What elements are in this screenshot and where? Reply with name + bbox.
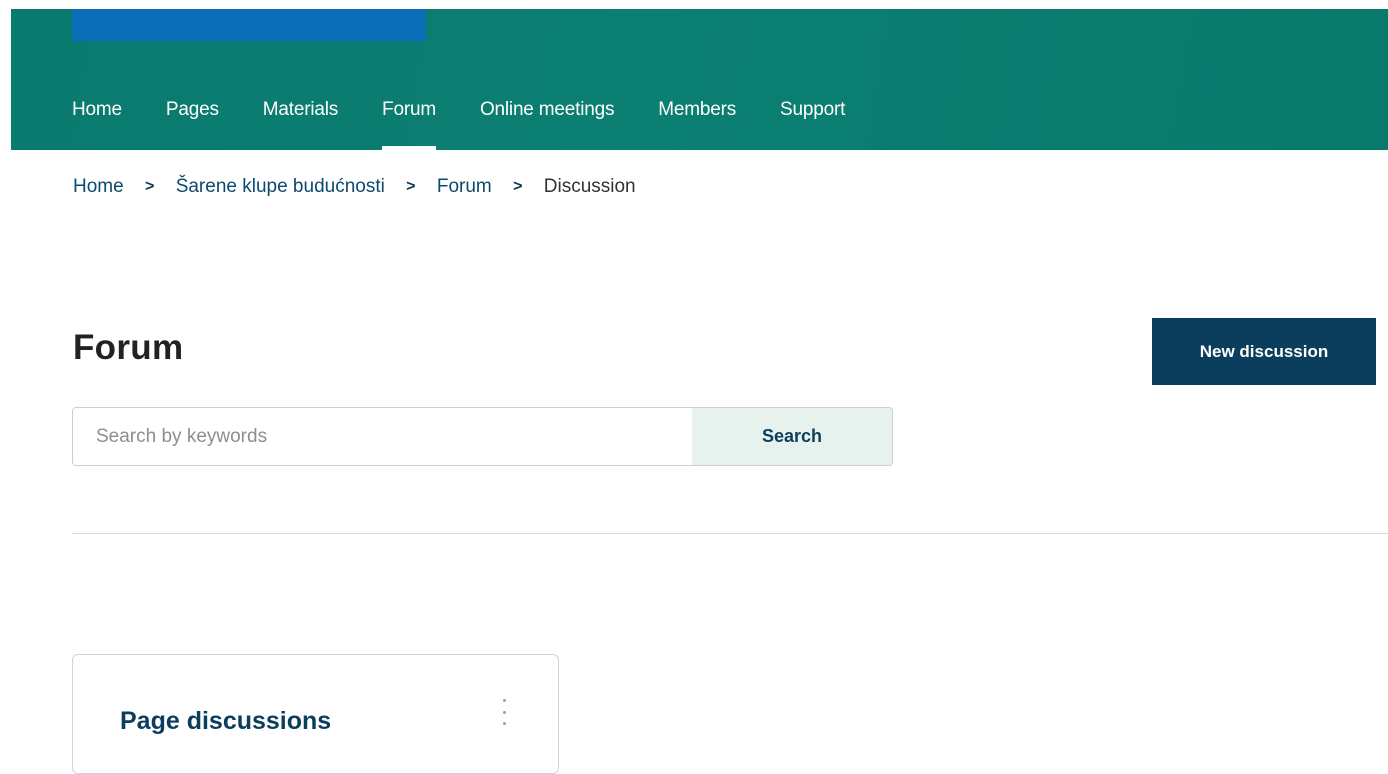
nav-item-support[interactable]: Support — [780, 97, 845, 150]
nav-item-members[interactable]: Members — [658, 97, 736, 150]
site-header: Home Pages Materials Forum Online meetin… — [11, 9, 1388, 150]
logo-band[interactable] — [72, 9, 426, 41]
divider — [72, 533, 1388, 534]
breadcrumb: Home > Šarene klupe budućnosti > Forum >… — [73, 176, 636, 198]
nav-item-online-meetings[interactable]: Online meetings — [480, 97, 614, 150]
chevron-right-icon: > — [406, 178, 416, 195]
chevron-right-icon: > — [513, 178, 523, 195]
breadcrumb-home[interactable]: Home — [73, 176, 124, 198]
kebab-menu-icon[interactable] — [497, 699, 511, 725]
nav-item-pages[interactable]: Pages — [166, 97, 219, 150]
breadcrumb-current: Discussion — [543, 176, 636, 197]
breadcrumb-group[interactable]: Šarene klupe budućnosti — [176, 176, 385, 198]
discussion-card[interactable]: Page discussions — [72, 654, 559, 774]
chevron-right-icon: > — [145, 178, 155, 195]
new-discussion-button[interactable]: New discussion — [1152, 318, 1376, 385]
main-nav: Home Pages Materials Forum Online meetin… — [72, 97, 889, 150]
search-bar: Search — [72, 407, 893, 466]
search-input[interactable] — [73, 408, 692, 465]
nav-item-home[interactable]: Home — [72, 97, 122, 150]
breadcrumb-forum[interactable]: Forum — [437, 176, 492, 198]
nav-item-materials[interactable]: Materials — [263, 97, 338, 150]
card-title[interactable]: Page discussions — [120, 707, 331, 736]
page-title: Forum — [73, 328, 184, 367]
search-button[interactable]: Search — [692, 408, 892, 465]
nav-item-forum[interactable]: Forum — [382, 97, 436, 150]
